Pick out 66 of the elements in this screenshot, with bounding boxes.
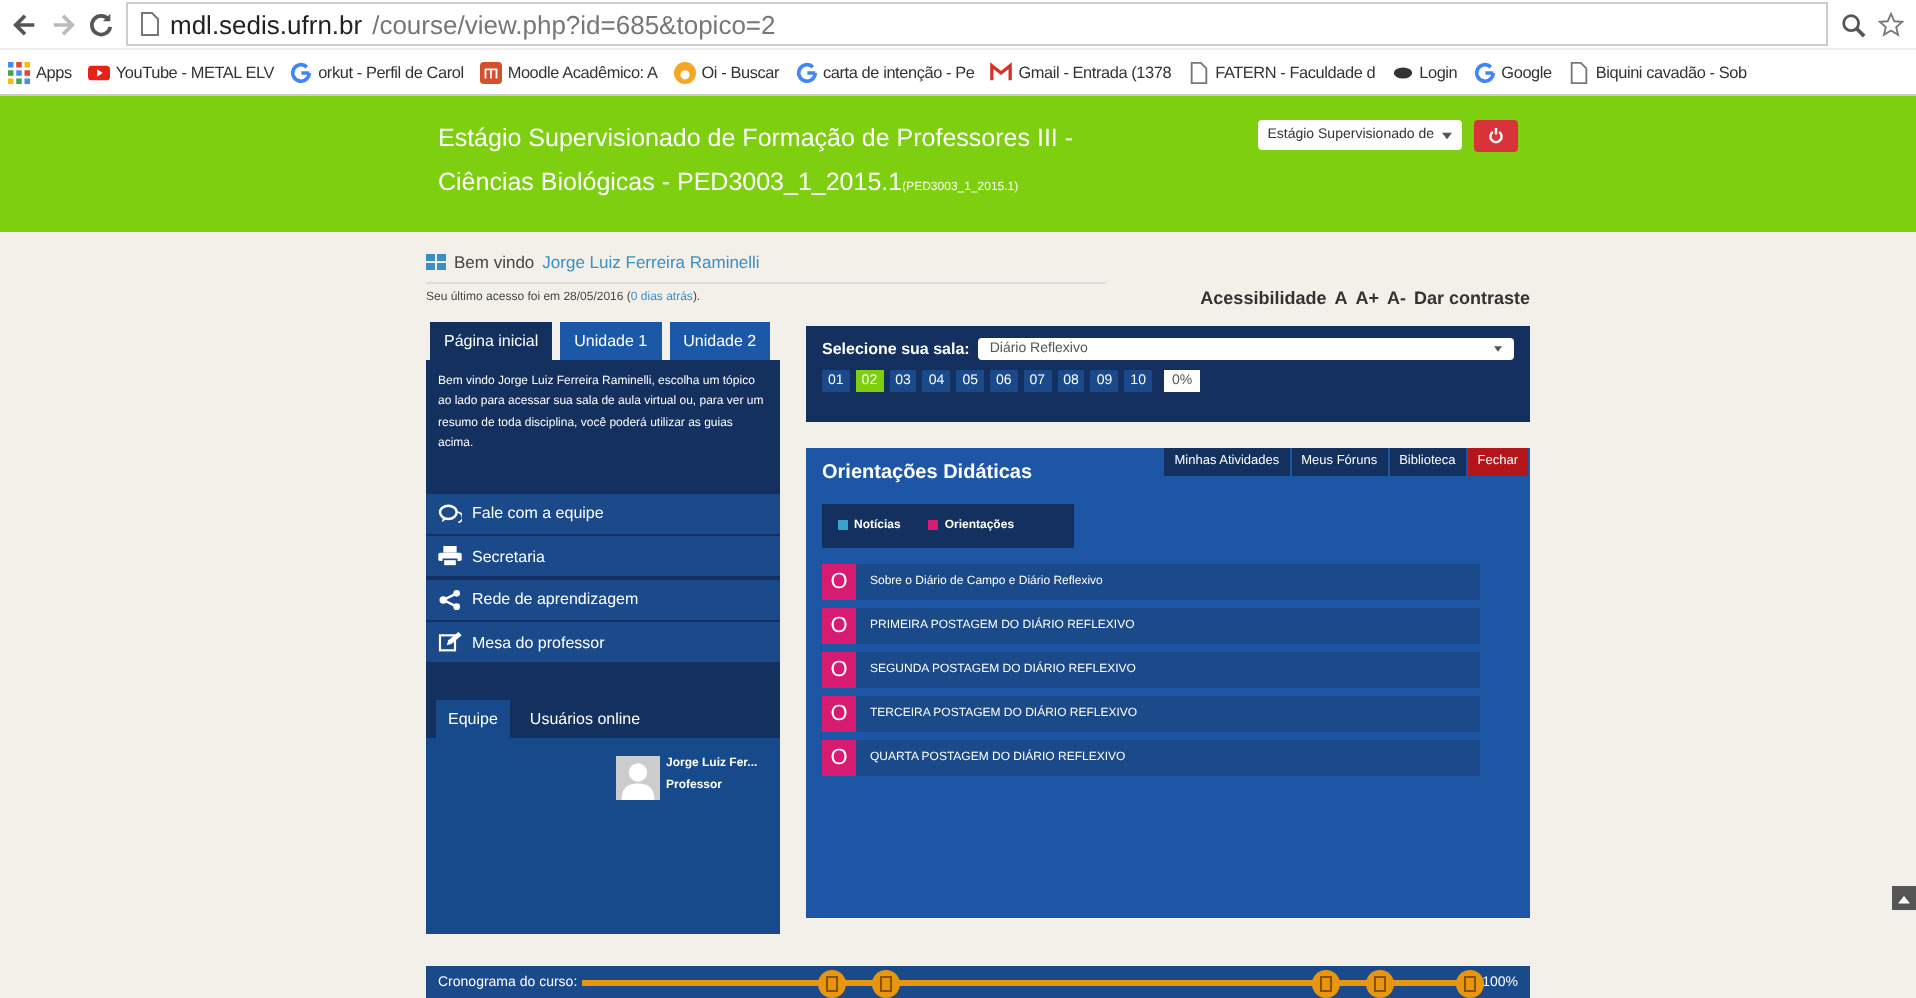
bookmark[interactable]: Moodle Acadêmico: A <box>479 61 658 83</box>
topic-badge: O <box>822 695 856 732</box>
bookmark[interactable]: orkut - Perfil de Carol <box>290 61 464 83</box>
bookmark[interactable]: Oi - Buscar <box>673 61 780 83</box>
topic-badge: O <box>822 607 856 644</box>
bookmark[interactable]: YouTube - METAL ELV <box>87 61 275 83</box>
menu-item[interactable]: Rede de aprendizagem <box>426 579 780 620</box>
bookmark[interactable]: Google <box>1473 61 1552 83</box>
apps-grid-icon <box>8 61 30 83</box>
tab[interactable]: Usuários online <box>517 699 653 738</box>
topic-badge: O <box>822 739 856 776</box>
logout-button[interactable] <box>1474 120 1518 152</box>
topic-badge: O <box>822 651 856 688</box>
section-title: Orientações Didáticas <box>820 459 1033 484</box>
bookmark[interactable]: Gmail - Entrada (1378 <box>990 61 1172 83</box>
accessibility-link[interactable]: Dar contraste <box>1413 288 1530 318</box>
menu-item[interactable]: Secretaria <box>426 536 780 577</box>
topic-badge: O <box>822 563 856 600</box>
room-label: Selecione sua sala: <box>822 339 970 358</box>
bookmark[interactable]: carta de intenção - Pe <box>795 61 975 83</box>
avatar-icon <box>616 753 660 802</box>
g-logo-icon <box>290 61 313 83</box>
document-icon[interactable] <box>818 969 847 998</box>
moodle-icon <box>479 61 502 83</box>
document-icon[interactable] <box>872 969 901 998</box>
g-logo-icon <box>1473 61 1496 83</box>
reload-icon[interactable] <box>88 11 114 37</box>
back-icon[interactable] <box>12 11 38 37</box>
play-icon <box>87 61 110 83</box>
menu-item[interactable]: Fale com a equipe <box>426 493 780 534</box>
accessibility-link[interactable]: A+ <box>1355 288 1379 318</box>
accessibility-link[interactable]: A <box>1334 288 1348 318</box>
tab[interactable]: Equipe <box>436 699 510 738</box>
tab[interactable]: Página inicial <box>430 321 553 360</box>
zoom-icon[interactable] <box>1840 11 1866 37</box>
caret-down-icon <box>1442 131 1452 139</box>
accessibility-label: Acessibilidade <box>1200 288 1327 312</box>
star-icon[interactable] <box>1878 11 1904 37</box>
printer-icon <box>438 546 462 567</box>
caret-down-icon <box>1494 345 1502 352</box>
bookmark[interactable]: FATERN - Faculdade d <box>1187 61 1376 83</box>
menu-item[interactable]: Mesa do professor <box>426 622 780 663</box>
page-icon <box>140 12 160 36</box>
edit-icon <box>438 632 462 653</box>
power-icon <box>1488 128 1504 144</box>
bookmark[interactable]: Biquini cavadão - Sob <box>1567 61 1747 83</box>
accessibility-link[interactable]: A- <box>1386 288 1406 318</box>
document-icon[interactable] <box>1311 969 1340 998</box>
bookmark[interactable]: Apps <box>8 61 72 83</box>
address-field[interactable]: mdl.sedis.ufrn.br /course/view.php?id=685&topico=2 <box>126 2 1828 46</box>
grid-icon <box>426 254 446 270</box>
g-logo-icon <box>795 61 818 83</box>
welcome-text: Bem vindo <box>454 252 535 272</box>
document-icon[interactable] <box>1455 969 1484 998</box>
document-icon[interactable] <box>1365 969 1394 998</box>
page-icon <box>1567 61 1590 83</box>
tab[interactable]: Unidade 2 <box>669 321 771 360</box>
page-icon <box>1187 61 1210 83</box>
mail-icon <box>990 61 1013 83</box>
scroll-top-button[interactable] <box>1892 886 1916 910</box>
circle-icon <box>673 61 696 83</box>
tab[interactable]: Unidade 1 <box>560 321 662 360</box>
share-icon <box>438 589 462 610</box>
caret-up-icon <box>1898 893 1910 903</box>
bookmark[interactable]: Login <box>1391 61 1458 83</box>
chat-icon <box>438 503 462 524</box>
